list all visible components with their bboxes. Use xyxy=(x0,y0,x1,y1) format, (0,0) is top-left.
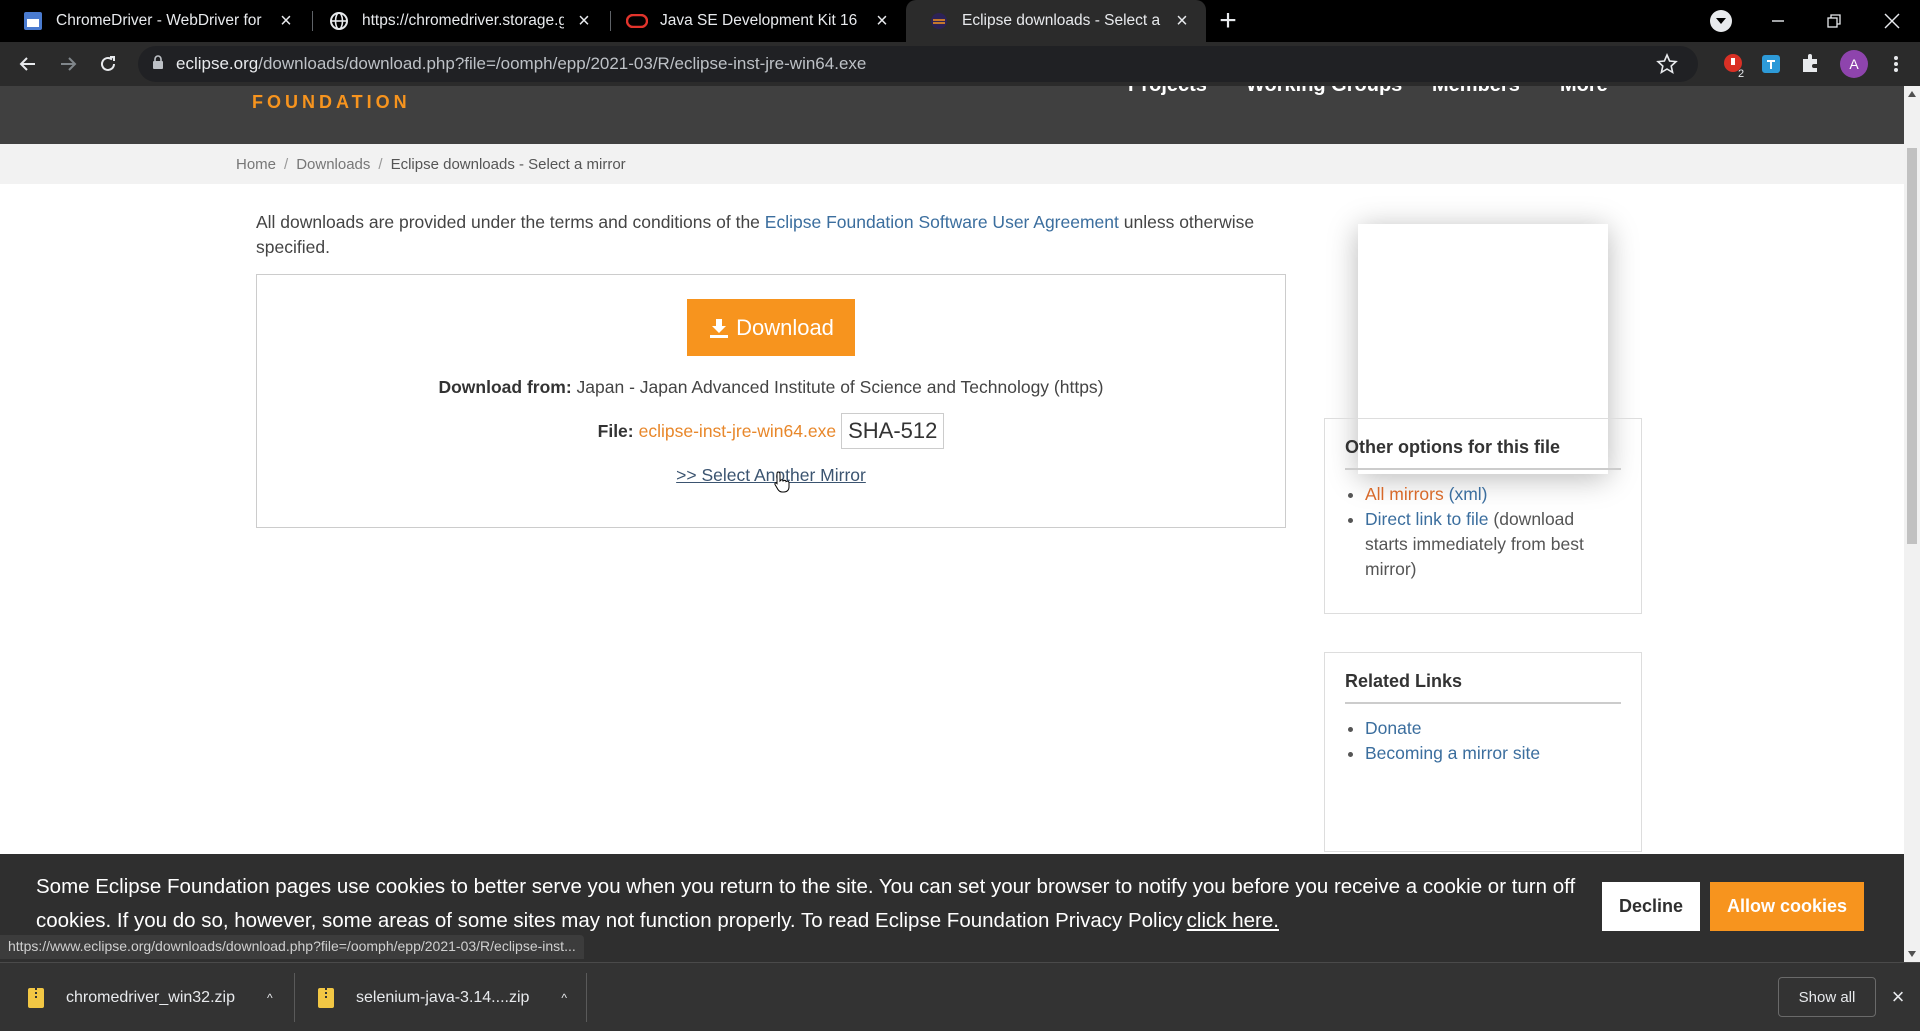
user-agreement-link[interactable]: Eclipse Foundation Software User Agreeme… xyxy=(765,212,1119,232)
tab-chromedriver-storage[interactable]: https://chromedriver.storage.googleapis.… xyxy=(306,0,608,42)
nav-more[interactable]: More xyxy=(1560,86,1608,97)
cookie-message-text: Some Eclipse Foundation pages use cookie… xyxy=(36,875,1576,932)
download-box: Download Download from: Japan - Japan Ad… xyxy=(256,274,1286,528)
download-source: Download from: Japan - Japan Advanced In… xyxy=(257,377,1285,398)
chromedriver-icon xyxy=(22,10,44,32)
close-tab-icon[interactable]: × xyxy=(1172,11,1192,31)
list-item: Donate xyxy=(1365,716,1621,741)
nav-working-groups[interactable]: Working Groups xyxy=(1246,86,1402,97)
sha512-button[interactable]: SHA-512 xyxy=(841,413,945,449)
close-tab-icon[interactable]: × xyxy=(574,11,594,31)
zip-file-icon xyxy=(28,987,44,1008)
download-shelf: chromedriver_win32.zip ^ selenium-java-3… xyxy=(0,962,1920,1031)
bookmark-star-icon[interactable] xyxy=(1656,52,1678,75)
tab-title: https://chromedriver.storage.googleapis.… xyxy=(362,12,564,29)
list-item: Direct link to file (download starts imm… xyxy=(1365,507,1621,582)
tab-chromedriver[interactable]: ChromeDriver - WebDriver for Chrome × xyxy=(0,0,310,42)
decline-cookies-button[interactable]: Decline xyxy=(1602,882,1700,931)
url-host: eclipse.org xyxy=(176,54,259,73)
download-from-label: Download from: xyxy=(438,377,572,397)
page-viewport: FOUNDATION Projects Working Groups Membe… xyxy=(0,86,1904,962)
tab-strip: ChromeDriver - WebDriver for Chrome × ht… xyxy=(0,0,1920,42)
list-item: Becoming a mirror site xyxy=(1365,741,1621,766)
tab-eclipse-downloads[interactable]: Eclipse downloads - Select a mirror × xyxy=(906,0,1206,42)
extension-badge: 2 xyxy=(1738,68,1744,78)
file-info: File: eclipse-inst-jre-win64.exe SHA-512 xyxy=(257,413,1285,449)
scroll-up-icon[interactable] xyxy=(1908,91,1916,97)
download-button[interactable]: Download xyxy=(687,299,855,356)
new-tab-button[interactable]: + xyxy=(1214,6,1242,36)
nav-projects[interactable]: Projects xyxy=(1128,86,1207,97)
browser-toolbar: eclipse.org/downloads/download.php?file=… xyxy=(0,42,1920,86)
hand-cursor-icon xyxy=(774,471,790,493)
eclipse-foundation-logo[interactable]: FOUNDATION xyxy=(252,92,411,113)
donate-link[interactable]: Donate xyxy=(1365,718,1421,738)
tab-title: Java SE Development Kit 16 - Downloads xyxy=(660,12,862,29)
tab-title: Eclipse downloads - Select a mirror xyxy=(962,12,1162,29)
url-path: /downloads/download.php?file=/oomph/epp/… xyxy=(258,54,867,73)
extensions-puzzle-icon[interactable] xyxy=(1800,52,1824,76)
restore-icon[interactable] xyxy=(1806,0,1862,42)
chevron-up-icon[interactable]: ^ xyxy=(267,991,273,1005)
close-window-icon[interactable] xyxy=(1864,0,1920,42)
extension-translate-icon[interactable] xyxy=(1760,52,1784,76)
profile-avatar[interactable]: A xyxy=(1840,50,1868,78)
cookie-message: Some Eclipse Foundation pages use cookie… xyxy=(36,870,1576,938)
minimize-icon[interactable] xyxy=(1750,0,1806,42)
download-icon xyxy=(710,318,729,338)
download-button-label: Download xyxy=(736,314,834,340)
download-item-name: selenium-java-3.14....zip xyxy=(356,988,530,1006)
page-scrollbar[interactable] xyxy=(1904,86,1920,962)
tab-title: ChromeDriver - WebDriver for Chrome xyxy=(56,12,266,29)
scroll-down-icon[interactable] xyxy=(1908,951,1916,957)
all-mirrors-link[interactable]: All mirrors xyxy=(1365,484,1444,504)
forward-icon[interactable] xyxy=(54,50,82,78)
globe-icon xyxy=(328,10,350,32)
show-all-downloads-button[interactable]: Show all xyxy=(1778,977,1876,1017)
related-links-title: Related Links xyxy=(1345,671,1621,704)
site-header: FOUNDATION Projects Working Groups Membe… xyxy=(0,86,1904,144)
oracle-icon xyxy=(626,10,648,32)
list-item: All mirrors (xml) xyxy=(1365,482,1621,507)
download-item-name: chromedriver_win32.zip xyxy=(66,988,235,1006)
direct-link[interactable]: Direct link to file xyxy=(1365,509,1489,529)
chevron-up-icon[interactable]: ^ xyxy=(561,991,567,1005)
status-bar-url: https://www.eclipse.org/downloads/downlo… xyxy=(0,935,584,959)
breadcrumb-current: Eclipse downloads - Select a mirror xyxy=(390,155,626,173)
lock-icon xyxy=(152,54,164,74)
close-tab-icon[interactable]: × xyxy=(276,11,296,31)
chrome-menu-icon[interactable] xyxy=(1884,52,1908,76)
close-tab-icon[interactable]: × xyxy=(872,11,892,31)
file-name-link[interactable]: eclipse-inst-jre-win64.exe xyxy=(639,421,836,442)
download-item-chromedriver[interactable]: chromedriver_win32.zip ^ xyxy=(28,963,273,1032)
tab-search-icon[interactable] xyxy=(1710,10,1732,32)
become-mirror-link[interactable]: Becoming a mirror site xyxy=(1365,743,1540,763)
address-bar[interactable]: eclipse.org/downloads/download.php?file=… xyxy=(138,46,1698,82)
download-item-selenium[interactable]: selenium-java-3.14....zip ^ xyxy=(318,963,567,1032)
close-shelf-icon[interactable]: × xyxy=(1886,985,1910,1009)
select-another-mirror-link[interactable]: >> Select Another Mirror xyxy=(257,465,1285,486)
terms-text-before: All downloads are provided under the ter… xyxy=(256,212,760,232)
breadcrumb: Home / Downloads / Eclipse downloads - S… xyxy=(0,144,1904,184)
other-options-panel: Other options for this file All mirrors … xyxy=(1324,418,1642,614)
scrollbar-thumb[interactable] xyxy=(1907,148,1917,544)
reload-icon[interactable] xyxy=(94,50,122,78)
xml-link[interactable]: (xml) xyxy=(1449,484,1488,504)
tab-java-se[interactable]: Java SE Development Kit 16 - Downloads × xyxy=(604,0,906,42)
other-options-title: Other options for this file xyxy=(1345,437,1621,470)
zip-file-icon xyxy=(318,987,334,1008)
extension-adblock-icon[interactable]: 2 xyxy=(1722,52,1746,80)
breadcrumb-home[interactable]: Home xyxy=(236,156,276,173)
back-icon[interactable] xyxy=(14,50,42,78)
terms-notice: All downloads are provided under the ter… xyxy=(256,210,1286,260)
nav-members[interactable]: Members xyxy=(1432,86,1520,97)
allow-cookies-button[interactable]: Allow cookies xyxy=(1710,882,1864,931)
url-text: eclipse.org/downloads/download.php?file=… xyxy=(176,54,866,74)
eclipse-icon xyxy=(928,10,950,32)
privacy-policy-link[interactable]: click here. xyxy=(1187,909,1279,932)
related-links-panel: Related Links Donate Becoming a mirror s… xyxy=(1324,652,1642,852)
file-label: File: xyxy=(597,420,634,441)
breadcrumb-downloads[interactable]: Downloads xyxy=(296,156,370,173)
download-from-value: Japan - Japan Advanced Institute of Scie… xyxy=(576,377,1104,397)
